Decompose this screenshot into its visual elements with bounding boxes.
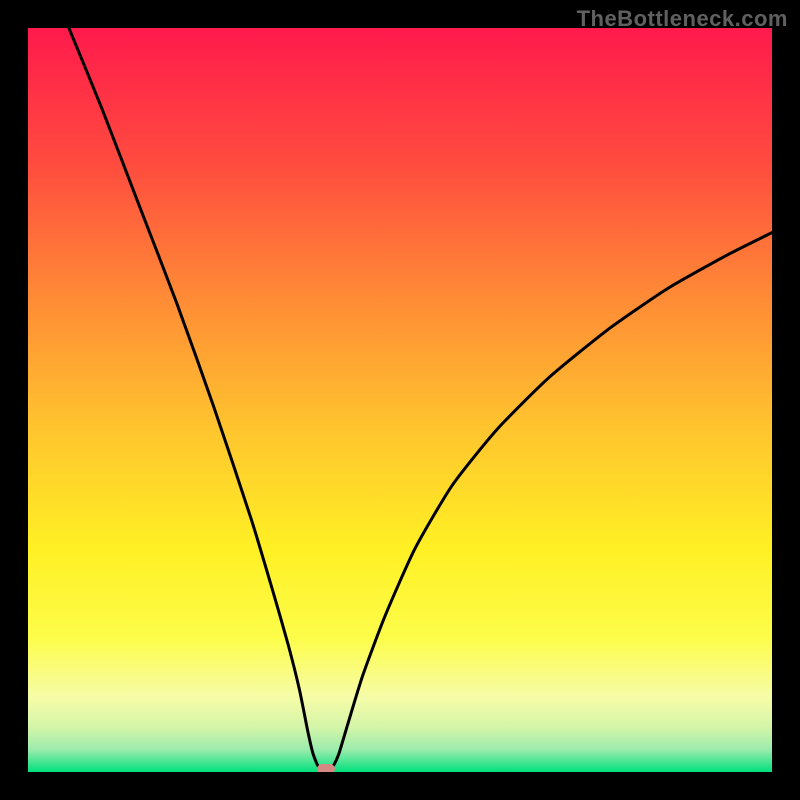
- watermark-text: TheBottleneck.com: [577, 6, 788, 32]
- minimum-marker: [317, 764, 335, 772]
- chart-svg: [28, 28, 772, 772]
- plot-frame: [28, 28, 772, 772]
- gradient-background: [28, 28, 772, 772]
- plot-area: [28, 28, 772, 772]
